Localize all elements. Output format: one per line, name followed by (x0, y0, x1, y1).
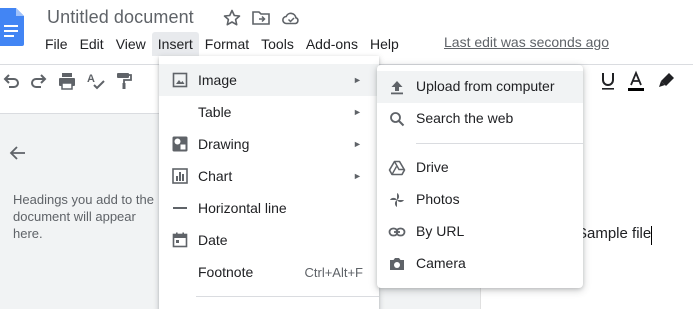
docs-logo-icon[interactable] (0, 8, 24, 46)
image-submenu-label: Upload from computer (416, 78, 555, 94)
image-submenu-label: Drive (416, 159, 449, 175)
undo-icon[interactable] (0, 70, 22, 92)
image-submenu-label: By URL (416, 223, 465, 239)
menu-file[interactable]: File (39, 32, 74, 56)
submenu-arrow-icon: ► (353, 171, 362, 181)
submenu-arrow-icon: ► (353, 107, 362, 117)
chart-icon (171, 167, 189, 185)
insert-menu-item-horizontal-line[interactable]: Horizontal line (159, 192, 379, 224)
highlight-icon[interactable] (656, 70, 678, 92)
drive-icon (388, 159, 406, 177)
image-submenu: Upload from computer Search the web Driv… (377, 65, 583, 288)
insert-menu-label: Chart (198, 168, 233, 184)
menu-bar: File Edit View Insert Format Tools Add-o… (39, 32, 405, 56)
back-arrow-icon[interactable] (8, 143, 28, 163)
menu-divider (416, 143, 583, 144)
calendar-icon (171, 231, 189, 249)
last-edit-link[interactable]: Last edit was seconds ago (444, 34, 609, 50)
photos-icon (388, 191, 406, 209)
menu-view[interactable]: View (110, 32, 152, 56)
text-color-icon[interactable] (625, 70, 647, 92)
insert-menu-label: Footnote (198, 264, 254, 280)
spellcheck-icon[interactable]: A (85, 70, 107, 92)
footnote-shortcut: Ctrl+Alt+F (304, 264, 363, 280)
insert-menu-label: Image (198, 72, 237, 88)
camera-icon (388, 255, 406, 273)
image-submenu-label: Camera (416, 255, 466, 271)
image-submenu-item-photos[interactable]: Photos (377, 184, 583, 216)
insert-menu-label: Date (198, 232, 228, 248)
insert-menu-item-chart[interactable]: Chart ► (159, 160, 379, 192)
search-icon (388, 110, 406, 128)
insert-menu-label: Drawing (198, 136, 250, 152)
document-text[interactable]: Sample file (577, 225, 651, 242)
insert-menu-label: Horizontal line (198, 200, 287, 216)
menu-divider (196, 296, 379, 297)
paint-format-icon[interactable] (113, 70, 135, 92)
insert-menu-label: Table (198, 104, 232, 120)
menu-add-ons[interactable]: Add-ons (300, 32, 364, 56)
insert-menu: Image ► Table ► Drawing ► Chart ► Horizo… (159, 56, 379, 309)
submenu-arrow-icon: ► (353, 139, 362, 149)
image-submenu-item-upload[interactable]: Upload from computer (377, 71, 583, 103)
submenu-arrow-icon: ► (353, 75, 362, 85)
outline-hint-text: Headings you add to the document will ap… (13, 192, 154, 241)
link-icon (388, 223, 406, 241)
image-submenu-item-camera[interactable]: Camera (377, 248, 583, 280)
underline-icon[interactable] (597, 70, 619, 92)
horizontal-line-icon (171, 199, 189, 217)
print-icon[interactable] (56, 70, 78, 92)
insert-menu-item-footnote[interactable]: Footnote Ctrl+Alt+F (159, 256, 379, 288)
image-submenu-label: Photos (416, 191, 460, 207)
image-submenu-item-by-url[interactable]: By URL (377, 216, 583, 248)
image-submenu-label: Search the web (416, 110, 514, 126)
cloud-status-icon[interactable] (281, 8, 301, 28)
menu-edit[interactable]: Edit (74, 32, 110, 56)
image-submenu-item-search-web[interactable]: Search the web (377, 103, 583, 135)
text-cursor (651, 226, 652, 245)
image-icon (171, 71, 189, 89)
menu-format[interactable]: Format (199, 32, 255, 56)
star-icon[interactable] (222, 8, 242, 28)
drawing-icon (171, 135, 189, 153)
insert-menu-item-image[interactable]: Image ► (159, 64, 379, 96)
upload-icon (388, 78, 406, 96)
menu-insert[interactable]: Insert (151, 32, 199, 56)
move-to-folder-icon[interactable] (251, 8, 271, 28)
document-title[interactable]: Untitled document (47, 7, 194, 28)
insert-menu-item-date[interactable]: Date (159, 224, 379, 256)
svg-text:A: A (87, 73, 95, 85)
redo-icon[interactable] (28, 70, 50, 92)
insert-menu-item-table[interactable]: Table ► (159, 96, 379, 128)
insert-menu-item-drawing[interactable]: Drawing ► (159, 128, 379, 160)
menu-tools[interactable]: Tools (255, 32, 300, 56)
menu-help[interactable]: Help (364, 32, 405, 56)
image-submenu-item-drive[interactable]: Drive (377, 152, 583, 184)
